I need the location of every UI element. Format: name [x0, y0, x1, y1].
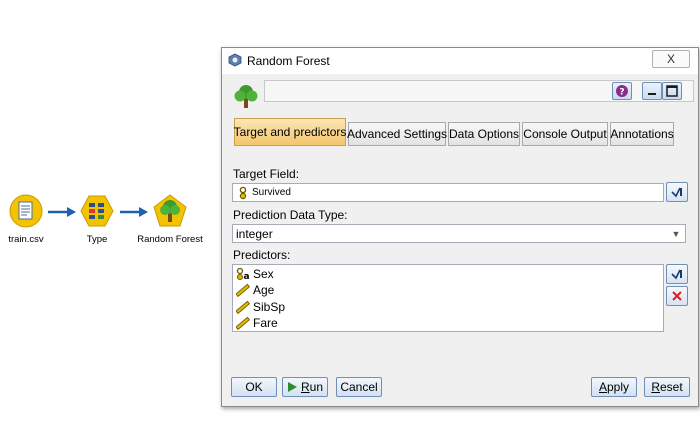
- svg-text:?: ?: [619, 88, 624, 98]
- play-icon: [287, 382, 297, 392]
- tab-data-options[interactable]: Data Options: [448, 122, 520, 146]
- continuous-field-icon: [236, 300, 250, 314]
- predictors-label: Predictors:: [233, 248, 291, 262]
- maximize-button[interactable]: [662, 82, 682, 100]
- maximize-icon: [666, 85, 678, 97]
- stream-node-type[interactable]: Type: [80, 194, 114, 245]
- continuous-field-icon: [236, 284, 250, 298]
- field-picker-icon: [671, 187, 682, 198]
- ok-button-label: OK: [245, 380, 263, 394]
- dialog-title: Random Forest: [247, 54, 330, 68]
- predictor-name: Fare: [253, 315, 278, 330]
- tab-label: Target and predictors: [233, 125, 347, 139]
- run-button-label: Run: [300, 380, 324, 394]
- random-forest-dialog: Random Forest X ? Target and predictors …: [221, 47, 699, 407]
- ok-button[interactable]: OK: [231, 377, 277, 397]
- predictor-name: SibSp: [253, 299, 286, 314]
- prediction-type-select[interactable]: integer ▼: [232, 224, 686, 243]
- help-icon: ?: [616, 85, 628, 98]
- prediction-type-value: integer: [236, 226, 273, 241]
- file-source-icon: [9, 194, 43, 228]
- close-button[interactable]: X: [652, 50, 690, 68]
- tab-target-and-predictors[interactable]: Target and predictors: [234, 118, 346, 146]
- node-label: train.csv: [8, 234, 44, 245]
- title-bar[interactable]: Random Forest X: [222, 48, 698, 74]
- app-icon: [228, 53, 242, 67]
- target-field-picker-button[interactable]: [666, 182, 688, 202]
- stream-connection: [48, 207, 76, 217]
- predictors-picker-button[interactable]: [666, 264, 688, 284]
- target-field-input[interactable]: Survived: [232, 183, 664, 202]
- predictor-name: Sex: [253, 267, 274, 282]
- tab-strip: Target and predictors Advanced Settings …: [234, 118, 694, 146]
- minimize-icon: [648, 93, 656, 95]
- tab-annotations[interactable]: Annotations: [610, 122, 674, 146]
- delete-icon: [672, 291, 682, 301]
- continuous-field-icon: [236, 316, 250, 330]
- help-button[interactable]: ?: [612, 82, 632, 100]
- stream-node-random-forest[interactable]: Random Forest: [136, 194, 204, 245]
- apply-button[interactable]: Apply: [591, 377, 637, 397]
- remove-predictor-button[interactable]: [666, 286, 688, 306]
- predictor-name: Age: [253, 283, 275, 298]
- type-node-icon: [80, 195, 114, 227]
- node-label: Random Forest: [137, 234, 203, 245]
- flag-field-icon: [239, 186, 247, 199]
- tab-advanced-settings[interactable]: Advanced Settings: [346, 122, 448, 146]
- tab-label: Data Options: [448, 127, 520, 141]
- stream-node-train-csv[interactable]: train.csv: [4, 194, 48, 245]
- list-item[interactable]: Fare: [233, 315, 663, 331]
- cancel-button-label: Cancel: [340, 380, 378, 394]
- list-item[interactable]: SibSp: [233, 299, 663, 315]
- tab-panel-target-and-predictors: Target Field: Survived Prediction Data T…: [230, 146, 688, 366]
- close-icon: X: [666, 52, 675, 66]
- reset-button-label: Reset: [651, 380, 683, 394]
- run-button[interactable]: Run: [282, 377, 328, 397]
- stream-canvas[interactable]: train.csv Type Random Forest Random Fore…: [0, 0, 700, 440]
- tab-label: Console Output: [523, 127, 607, 141]
- cancel-button[interactable]: Cancel: [336, 377, 382, 397]
- predictors-list[interactable]: a Sex Age SibSp Fare: [232, 264, 664, 332]
- target-field-value: Survived: [252, 187, 291, 198]
- tab-label: Annotations: [610, 127, 674, 141]
- minimize-button[interactable]: [642, 82, 662, 100]
- chevron-down-icon: ▼: [671, 229, 681, 239]
- svg-text:a: a: [243, 272, 249, 281]
- list-item[interactable]: a Sex: [233, 266, 663, 282]
- reset-button[interactable]: Reset: [644, 377, 690, 397]
- field-picker-icon: [671, 269, 682, 280]
- node-label: Type: [86, 234, 108, 245]
- tree-icon: [234, 85, 258, 108]
- tree-icon: [153, 194, 187, 227]
- dialog-header: ?: [222, 74, 698, 110]
- list-item[interactable]: Age: [233, 282, 663, 298]
- nominal-field-icon: a: [236, 267, 250, 281]
- tab-label: Advanced Settings: [346, 127, 448, 141]
- tab-console-output[interactable]: Console Output: [522, 122, 608, 146]
- prediction-type-label: Prediction Data Type:: [233, 208, 348, 222]
- target-field-label: Target Field:: [233, 167, 300, 181]
- apply-button-label: Apply: [598, 380, 630, 394]
